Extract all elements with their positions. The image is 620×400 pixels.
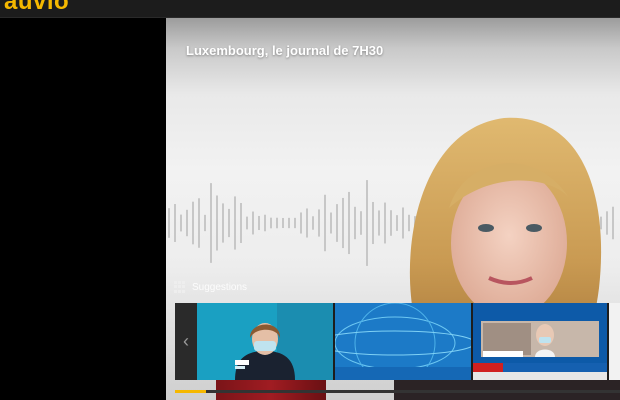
media-player[interactable]: Luxembourg, le journal de 7H30 Suggestio…: [166, 18, 620, 400]
playback-progress-fill: [175, 390, 207, 393]
suggestion-thumbnail[interactable]: [473, 303, 607, 380]
suggestions-header[interactable]: Suggestions: [174, 280, 247, 294]
top-bar: auvio: [0, 0, 620, 18]
thumbnail-image: [335, 303, 471, 380]
suggestions-label: Suggestions: [192, 281, 248, 293]
suggestion-thumbnail-partial[interactable]: [609, 303, 620, 380]
suggestion-thumbnail[interactable]: [197, 303, 333, 380]
grid-icon: [174, 281, 186, 293]
playback-progress-bar[interactable]: [175, 390, 620, 393]
chevron-left-icon: ‹: [183, 331, 189, 351]
thumbnail-image: [473, 303, 607, 380]
auvio-logo[interactable]: auvio: [4, 0, 69, 16]
thumbnail-image: [197, 303, 333, 380]
suggestion-thumbnail[interactable]: [335, 303, 471, 380]
left-panel: [0, 18, 166, 400]
carousel-prev-button[interactable]: ‹: [175, 303, 197, 380]
suggestions-carousel: ‹: [175, 303, 620, 380]
episode-title: Luxembourg, le journal de 7H30: [186, 43, 384, 58]
